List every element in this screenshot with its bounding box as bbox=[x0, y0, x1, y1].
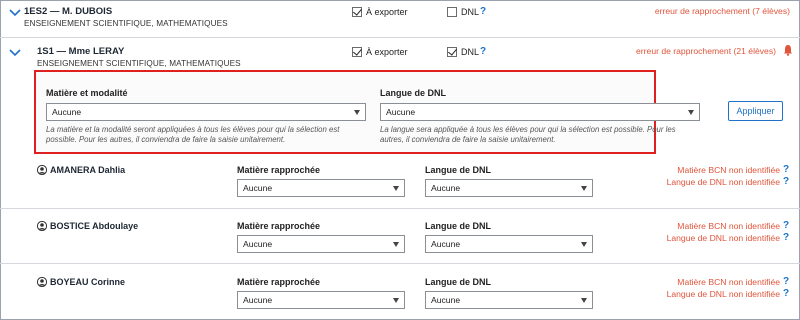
dnl-language-value: Aucune bbox=[431, 239, 461, 249]
dnl-language-label: Langue de DNL bbox=[425, 165, 492, 175]
dnl-language-select[interactable]: Aucune bbox=[380, 103, 700, 121]
subject-error: Matière BCN non identifiée bbox=[677, 277, 780, 287]
subject-modality-value: Aucune bbox=[52, 107, 82, 117]
question-mark-icon[interactable]: ? bbox=[480, 46, 486, 57]
bulk-apply-panel: Matière et modalité Aucune La matière et… bbox=[34, 70, 700, 154]
dnl-checkbox[interactable] bbox=[447, 7, 457, 17]
language-error: Langue de DNL non identifiée bbox=[666, 289, 780, 299]
export-label: À exporter bbox=[366, 7, 408, 17]
caret-down-icon bbox=[393, 242, 399, 247]
language-error: Langue de DNL non identifiée bbox=[666, 177, 780, 187]
caret-down-icon bbox=[581, 298, 587, 303]
dnl-checkbox[interactable] bbox=[447, 47, 457, 57]
dnl-language-select[interactable]: Aucune bbox=[425, 235, 593, 253]
question-mark-icon[interactable]: ? bbox=[783, 164, 789, 175]
caret-down-icon bbox=[688, 110, 694, 115]
matched-subject-label: Matière rapprochée bbox=[237, 277, 321, 287]
dnl-language-label: Langue de DNL bbox=[425, 221, 492, 231]
matched-subject-value: Aucune bbox=[243, 239, 273, 249]
user-icon bbox=[37, 221, 47, 231]
question-mark-icon[interactable]: ? bbox=[783, 220, 789, 231]
row-divider bbox=[0, 37, 800, 38]
student-name: AMANERA Dahlia bbox=[50, 165, 126, 175]
student-name: BOYEAU Corinne bbox=[50, 277, 126, 287]
matched-subject-select[interactable]: Aucune bbox=[237, 291, 405, 309]
subject-error: Matière BCN non identifiée bbox=[677, 221, 780, 231]
caret-down-icon bbox=[354, 110, 360, 115]
user-icon bbox=[37, 165, 47, 175]
export-checkbox[interactable] bbox=[352, 7, 362, 17]
subject-modality-label: Matière et modalité bbox=[46, 88, 128, 98]
user-icon bbox=[37, 277, 47, 287]
language-error: Langue de DNL non identifiée bbox=[666, 233, 780, 243]
caret-down-icon bbox=[581, 242, 587, 247]
matching-error-link[interactable]: erreur de rapprochement (21 élèves) bbox=[636, 46, 776, 56]
subject-modality-help: La matière et la modalité seront appliqu… bbox=[46, 125, 340, 144]
student-name: BOSTICE Abdoulaye bbox=[50, 221, 139, 231]
dnl-language-value: Aucune bbox=[431, 295, 461, 305]
question-mark-icon[interactable]: ? bbox=[783, 176, 789, 187]
matched-subject-select[interactable]: Aucune bbox=[237, 179, 405, 197]
class-subjects: ENSEIGNEMENT SCIENTIFIQUE, MATHEMATIQUES bbox=[37, 59, 241, 68]
dnl-label: DNL bbox=[461, 47, 480, 57]
matched-subject-select[interactable]: Aucune bbox=[237, 235, 405, 253]
caret-down-icon bbox=[393, 298, 399, 303]
dnl-language-label: Langue de DNL bbox=[380, 88, 447, 98]
matched-subject-label: Matière rapprochée bbox=[237, 221, 321, 231]
chevron-down-icon[interactable] bbox=[9, 48, 21, 58]
subject-modality-select[interactable]: Aucune bbox=[46, 103, 366, 121]
row-divider bbox=[0, 263, 800, 264]
dnl-language-value: Aucune bbox=[386, 107, 416, 117]
class-subjects: ENSEIGNEMENT SCIENTIFIQUE, MATHEMATIQUES bbox=[24, 19, 228, 28]
dnl-language-label: Langue de DNL bbox=[425, 277, 492, 287]
question-mark-icon[interactable]: ? bbox=[783, 276, 789, 287]
bell-icon[interactable] bbox=[783, 44, 793, 56]
matched-subject-label: Matière rapprochée bbox=[237, 165, 321, 175]
row-divider bbox=[0, 208, 800, 209]
caret-down-icon bbox=[581, 186, 587, 191]
dnl-language-help: La langue sera appliquée à tous les élèv… bbox=[380, 125, 676, 144]
dnl-language-select[interactable]: Aucune bbox=[425, 179, 593, 197]
apply-button[interactable]: Appliquer bbox=[728, 101, 783, 121]
question-mark-icon[interactable]: ? bbox=[783, 232, 789, 243]
matching-error-link[interactable]: erreur de rapprochement (7 élèves) bbox=[655, 6, 790, 16]
dnl-language-value: Aucune bbox=[431, 183, 461, 193]
class-title: 1S1 — Mme LERAY bbox=[37, 46, 125, 57]
dnl-language-select[interactable]: Aucune bbox=[425, 291, 593, 309]
question-mark-icon[interactable]: ? bbox=[480, 6, 486, 17]
export-label: À exporter bbox=[366, 47, 408, 57]
dnl-label: DNL bbox=[461, 7, 480, 17]
question-mark-icon[interactable]: ? bbox=[783, 288, 789, 299]
caret-down-icon bbox=[393, 186, 399, 191]
class-title: 1ES2 — M. DUBOIS bbox=[24, 6, 113, 17]
matched-subject-value: Aucune bbox=[243, 183, 273, 193]
export-checkbox[interactable] bbox=[352, 47, 362, 57]
subject-error: Matière BCN non identifiée bbox=[677, 165, 780, 175]
matched-subject-value: Aucune bbox=[243, 295, 273, 305]
chevron-down-icon[interactable] bbox=[9, 8, 21, 18]
